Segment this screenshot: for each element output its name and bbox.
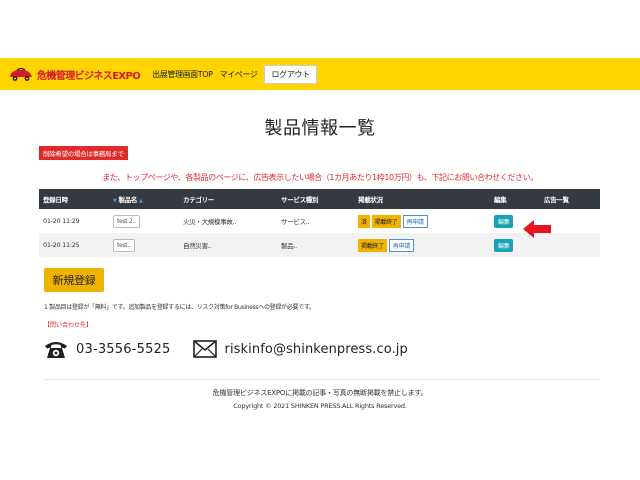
cell-date: 01-20 11:29 [43, 217, 80, 225]
contact-row: 03-3556-5525 riskinfo@shinkenpress.co.jp [44, 337, 408, 361]
status-badge-ended: 掲載終了 [371, 214, 401, 228]
page-title: 製品情報一覧 [264, 118, 376, 139]
header-edit: 編集 [494, 196, 507, 204]
brand-text: 危機管理ビジネスEXPO [37, 70, 141, 82]
cell-status: 済掲載終了 再申請 [354, 209, 490, 233]
footer-notice: 危機管理ビジネスEXPOに掲載の記事・写真の無断掲載を禁止します。 [212, 389, 428, 397]
header-service-type[interactable]: サービス種別 [277, 189, 354, 209]
cell-status: 掲載終了 再申請 [354, 233, 490, 257]
product-name-link[interactable]: test.. [113, 238, 135, 252]
brand-link[interactable]: 危機管理ビジネスEXPO [8, 66, 141, 82]
cell-service: 製品.. [281, 242, 297, 250]
status-badge-ended: 掲載終了 [358, 238, 387, 252]
ad-notice: また、トップページや、各製品のページに、広告表示したい場合（1カ月あたり1枠10… [102, 173, 538, 182]
cell-date: 01-20 11:25 [43, 241, 80, 249]
status-badge-done: 済 [358, 214, 370, 228]
table-header-row: 登録日時 ▼ 製品名 ▲ カテゴリー サービス種別 掲載状況 編集 広告一覧 [39, 189, 600, 209]
product-table: 登録日時 ▼ 製品名 ▲ カテゴリー サービス種別 掲載状況 編集 広告一覧 0… [39, 189, 600, 257]
phone-icon [45, 342, 67, 358]
top-navbar: 危機管理ビジネスEXPO 出展管理画面TOP マイページ ログアウト [0, 58, 640, 90]
phone-number[interactable]: 03-3556-5525 [76, 342, 171, 357]
reapply-button[interactable]: 再申請 [402, 214, 428, 228]
nav-link-mypage[interactable]: マイページ [220, 69, 258, 80]
delete-notice-badge: 削除希望の場合は事務局まで [39, 146, 128, 160]
red-arrow-left-icon [523, 220, 551, 238]
sort-desc-icon: ▼ [113, 198, 117, 204]
header-date[interactable]: 登録日時 [39, 189, 109, 209]
register-note: 1 製品目は登録が「無料」です。追加製品を登録するには、リスク対策for Bus… [44, 304, 315, 311]
header-status[interactable]: 掲載状況 [354, 189, 490, 209]
nav-links: 出展管理画面TOP マイページ ログアウト [152, 64, 317, 84]
cell-category: 自然災害.. [183, 242, 212, 250]
edit-button[interactable]: 編集 [494, 214, 514, 228]
footer-divider [44, 379, 600, 380]
email-link[interactable]: riskinfo@shinkenpress.co.jp [225, 342, 408, 357]
car-logo-icon [10, 67, 32, 81]
cell-name: test.. [109, 233, 179, 257]
table-row: 01-20 11:25 test.. 自然災害.. 製品.. 掲載終了 再申請 編… [39, 233, 600, 257]
mail-icon [192, 340, 217, 358]
reapply-button[interactable]: 再申請 [388, 238, 414, 252]
nav-link-exhibitor-top[interactable]: 出展管理画面TOP [152, 69, 213, 80]
logout-button[interactable]: ログアウト [264, 64, 317, 84]
footer-copyright: Copyright © 2021 SHINKEN PRESS.ALL Right… [233, 402, 407, 410]
new-register-button[interactable]: 新規登録 [44, 268, 104, 292]
header-ad-list: 広告一覧 [544, 196, 569, 204]
contact-heading: 【問い合わせ先】 [44, 322, 93, 329]
sort-asc-icon: ▲ [139, 198, 143, 204]
header-product-name[interactable]: ▼ 製品名 ▲ [109, 189, 179, 209]
cell-name: test 2.. [109, 209, 179, 233]
product-name-link[interactable]: test 2.. [113, 214, 140, 228]
table-row: 01-20 11:29 test 2.. 火災・大規模事故.. サービス.. 済… [39, 209, 600, 233]
cell-category: 火災・大規模事故.. [183, 218, 237, 226]
header-category[interactable]: カテゴリー [179, 189, 277, 209]
edit-button[interactable]: 編集 [494, 238, 514, 252]
cell-service: サービス.. [281, 218, 310, 226]
